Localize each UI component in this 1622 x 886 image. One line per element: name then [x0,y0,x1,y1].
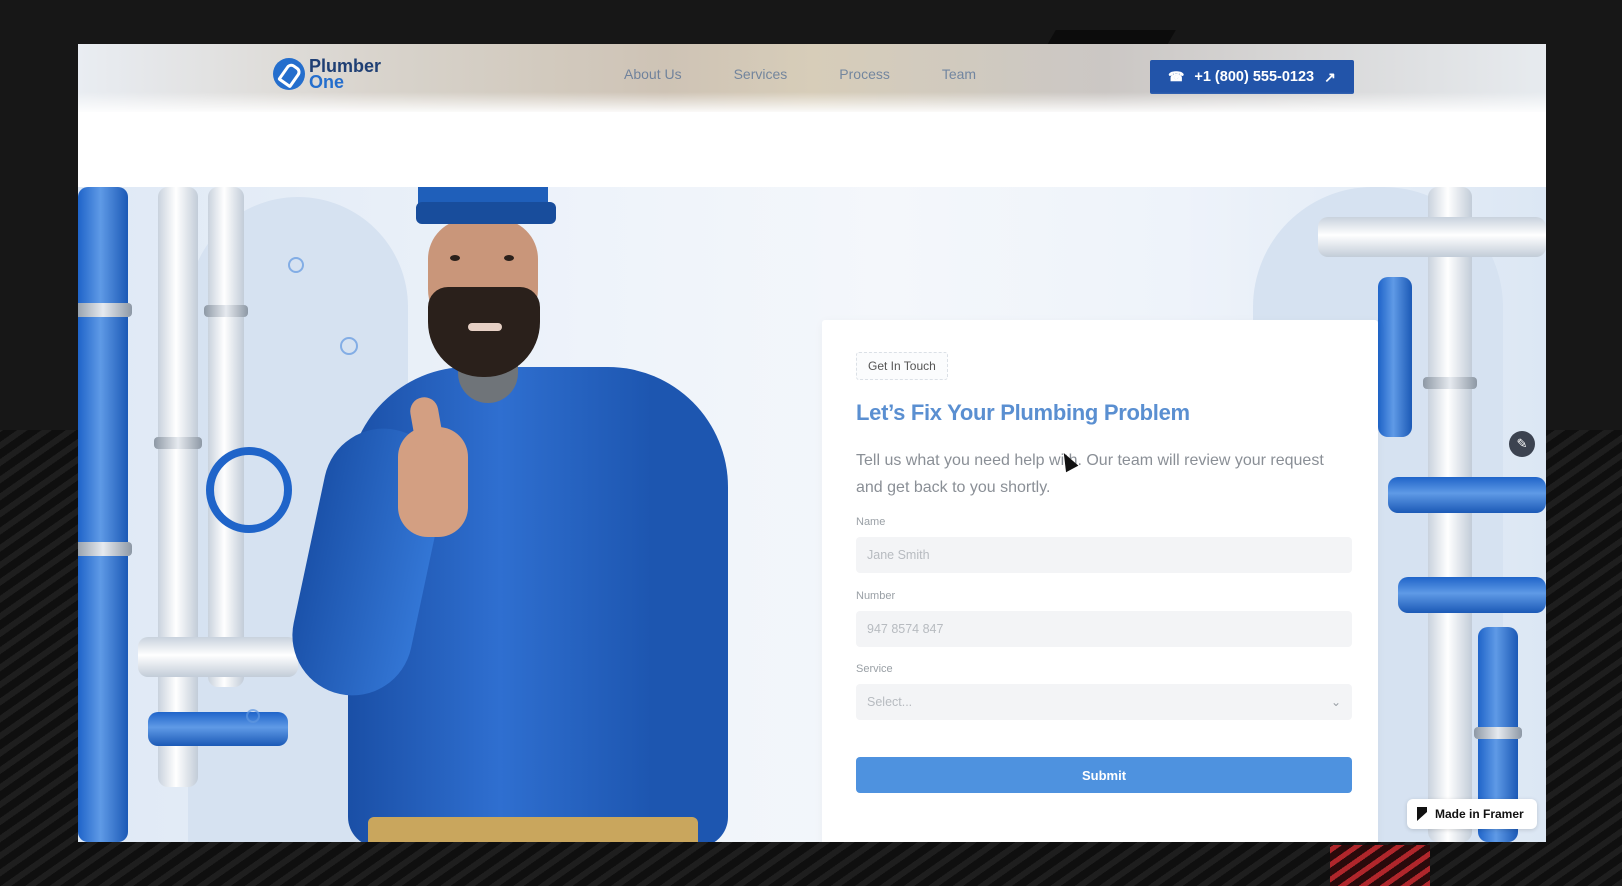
pipe-ring [154,437,202,449]
pipe-ring [204,305,248,317]
nav-team[interactable]: Team [942,66,976,82]
made-in-framer-badge[interactable]: Made in Framer [1407,799,1537,829]
plumber-photo [278,187,778,842]
nav-about-us[interactable]: About Us [624,66,682,82]
pipe-decoration [78,187,128,842]
phone-icon: ☎ [1168,69,1185,84]
plumber-mouth [468,323,502,331]
pipe-decoration [1388,477,1546,513]
service-select-value: Select... [867,695,913,709]
hero-section: Get In Touch Let’s Fix Your Plumbing Pro… [78,187,1546,842]
main-nav: About Us Services Process Team [624,66,976,82]
plumber-beard [428,287,540,377]
form-title: Let’s Fix Your Plumbing Problem [856,400,1190,425]
chevron-down-icon: ⌄ [1330,695,1341,709]
arrow-up-right-icon: ↗ [1324,68,1336,85]
get-in-touch-badge: Get In Touch [856,352,948,380]
phone-call-button[interactable]: ☎ +1 (800) 555-0123 ↗ [1150,60,1354,94]
pipe-decoration [1428,187,1472,842]
nav-process[interactable]: Process [839,66,890,82]
pipe-ring [1423,377,1477,389]
phone-button-label: +1 (800) 555-0123 [1194,69,1315,85]
pipe-decoration [1378,277,1412,437]
number-input[interactable] [856,611,1352,647]
plumber-eye [504,255,514,261]
contact-form-card: Get In Touch Let’s Fix Your Plumbing Pro… [822,320,1378,842]
logo-text: Plumber One [309,57,381,92]
pipe-ring [78,542,132,556]
backdrop-red-accent [1330,845,1430,886]
pipe-decoration [1318,217,1546,257]
edit-pencil-icon[interactable]: ✎ [1509,431,1535,457]
plumber-cap-brim [416,202,556,224]
pipe-decoration [148,712,288,746]
pipe-decoration [1398,577,1546,613]
submit-button[interactable]: Submit [856,757,1352,793]
pipe-ring [1474,727,1522,739]
browser-viewport: Plumber One About Us Services Process Te… [78,44,1546,842]
pipe-decoration [158,187,198,787]
pipe-ring [78,303,132,317]
header-fade [78,92,1546,114]
site-logo[interactable]: Plumber One [273,57,381,92]
tool-belt [368,817,698,842]
wrench-logo-icon [273,58,305,90]
form-description: Tell us what you need help with. Our tea… [856,452,1324,496]
pipe-decoration [208,187,244,687]
logo-line2: One [309,72,345,92]
service-select[interactable]: Select... ⌄ [856,684,1352,720]
framer-logo-icon [1417,807,1427,821]
number-label: Number [856,590,896,602]
name-label: Name [856,516,886,528]
name-input[interactable] [856,537,1352,573]
nav-services[interactable]: Services [734,66,788,82]
water-splash [246,709,260,723]
service-label: Service [856,663,893,675]
framer-badge-label: Made in Framer [1435,807,1524,821]
plumber-eye [450,255,460,261]
pipe-decoration [138,637,298,677]
